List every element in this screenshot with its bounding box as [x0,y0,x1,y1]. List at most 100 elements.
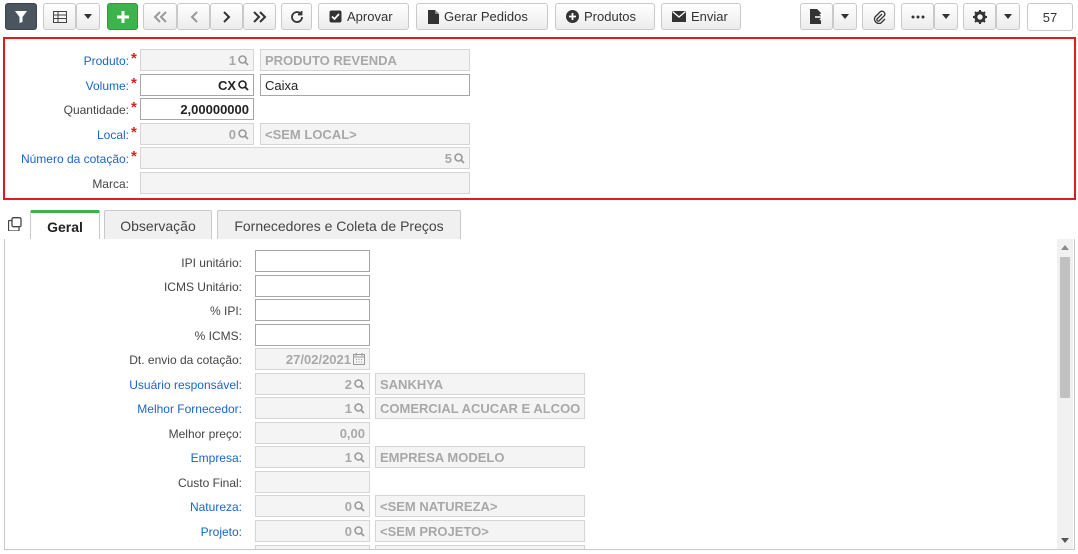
next-record-button[interactable] [210,3,243,30]
export-dropdown[interactable] [833,3,857,30]
quantidade-field[interactable]: 2,00000000 [140,98,254,120]
volume-label: Volume: [85,79,129,93]
numero-cotacao-field[interactable]: 5 [140,147,470,169]
ipi-unitario-field[interactable] [255,250,370,272]
search-icon[interactable] [354,402,365,414]
required-marker: * [131,99,137,116]
produto-code-field[interactable]: 1 [140,49,254,71]
required-marker: * [131,124,137,141]
double-chevron-right-icon [252,10,266,23]
tab-geral[interactable]: Geral [30,210,100,241]
search-icon[interactable] [238,79,249,91]
first-record-button[interactable] [143,3,177,30]
volume-description-field[interactable]: Caixa [260,74,470,96]
refresh-button[interactable] [281,3,312,30]
chevron-left-icon [190,10,198,23]
natureza-code: 0 [344,498,352,514]
more-options-button[interactable] [901,3,934,30]
search-icon[interactable] [354,378,365,390]
scroll-down-icon[interactable] [1061,538,1069,543]
produto-label: Produto: [83,54,129,68]
marca-label: Marca: [92,177,129,191]
vertical-scrollbar[interactable] [1057,239,1073,549]
products-button[interactable]: Produtos [555,3,655,30]
previous-record-button[interactable] [177,3,210,30]
calendar-icon[interactable] [353,353,365,365]
search-icon[interactable] [354,500,365,512]
last-record-button[interactable] [243,3,276,30]
projeto-code-field[interactable]: 0 [255,520,370,542]
usuario-description-field: SANKHYA [375,373,585,395]
scroll-up-icon[interactable] [1061,245,1069,250]
paperclip-icon [873,10,885,24]
chevron-down-icon [841,14,849,19]
volume-code: CX [217,77,236,93]
grid-view-dropdown[interactable] [76,3,100,30]
marca-field[interactable] [140,172,470,194]
settings-button[interactable] [963,3,996,30]
generate-orders-button[interactable]: Gerar Pedidos [416,3,548,30]
export-button[interactable] [800,3,833,30]
filter-button[interactable] [5,3,37,30]
usuario-code-field[interactable]: 2 [255,373,370,395]
send-button[interactable]: Enviar [661,3,741,30]
attachment-button[interactable] [862,3,895,30]
chevron-right-icon [222,10,230,23]
dt-envio-field[interactable]: 27/02/2021 [255,348,370,370]
volume-description: Caixa [265,77,299,93]
search-icon[interactable] [238,128,249,140]
search-icon[interactable] [238,54,249,66]
next-row-code-field[interactable] [255,545,370,549]
tab-fornecedores-label: Fornecedores e Coleta de Preços [234,217,444,234]
empresa-code: 1 [344,449,352,465]
melhor-preco-label: Melhor preço: [168,427,242,441]
plus-circle-icon [566,10,579,23]
numero-cotacao-value: 5 [444,150,452,166]
pct-ipi-field[interactable] [255,299,370,321]
ellipsis-icon [911,15,924,18]
projeto-label: Projeto: [200,525,242,539]
copy-icon[interactable] [8,217,22,231]
search-icon[interactable] [454,152,465,164]
natureza-code-field[interactable]: 0 [255,495,370,517]
scrollbar-thumb[interactable] [1060,257,1070,398]
toolbar: Aprovar Gerar Pedidos Produtos Enviar 57 [0,0,1078,34]
add-button[interactable] [107,3,138,30]
empresa-code-field[interactable]: 1 [255,446,370,468]
projeto-description-field: <SEM PROJETO> [375,520,585,542]
grid-view-button[interactable] [43,3,76,30]
pct-icms-field[interactable] [255,324,370,346]
empresa-label: Empresa: [190,451,242,465]
send-label: Enviar [691,9,728,24]
melhor-preco-field: 0,00 [255,422,370,444]
produto-description: PRODUTO REVENDA [265,52,397,68]
empresa-description: EMPRESA MODELO [380,449,505,465]
melhor-fornecedor-code-field[interactable]: 1 [255,397,370,419]
tab-fornecedores[interactable]: Fornecedores e Coleta de Preços [217,210,461,240]
file-export-icon [810,9,823,24]
produto-description-field: PRODUTO REVENDA [260,49,470,71]
icms-unitario-label: ICMS Unitário: [163,280,242,294]
tab-observacao[interactable]: Observação [104,210,212,240]
approve-button[interactable]: Aprovar [318,3,409,30]
chevron-down-icon [84,14,92,19]
icms-unitario-field[interactable] [255,275,370,297]
local-description-field: <SEM LOCAL> [260,123,470,145]
pct-icms-label: % ICMS: [194,329,242,343]
melhor-fornecedor-label: Melhor Fornecedor: [137,402,242,416]
more-options-dropdown[interactable] [934,3,958,30]
dt-envio-value: 27/02/2021 [285,351,351,367]
projeto-code: 0 [344,523,352,539]
record-count: 57 [1027,3,1073,31]
melhor-fornecedor-code: 1 [344,400,352,416]
local-description: <SEM LOCAL> [265,126,357,142]
custo-final-label: Custo Final: [177,476,242,490]
search-icon[interactable] [354,451,365,463]
local-code-field[interactable]: 0 [140,123,254,145]
plus-icon [116,10,129,23]
volume-code-field[interactable]: CX [140,74,254,96]
search-icon[interactable] [354,525,365,537]
double-chevron-left-icon [153,10,167,23]
settings-dropdown[interactable] [996,3,1020,30]
filter-icon [15,10,27,23]
